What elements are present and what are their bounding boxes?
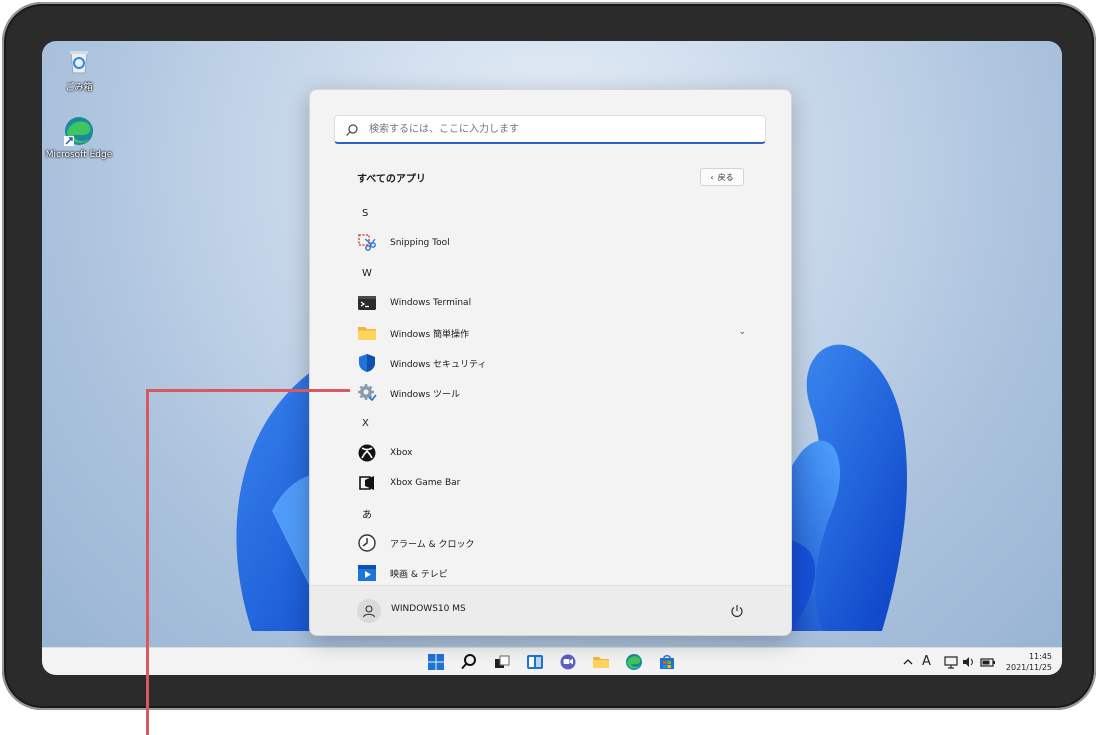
start-menu: すべてのアプリ ‹ 戻る S Snipping Tool W xyxy=(309,89,792,636)
callout-line-vertical xyxy=(146,389,149,735)
gear-icon xyxy=(357,383,377,403)
network-icon[interactable] xyxy=(944,654,958,670)
shield-icon xyxy=(357,353,377,373)
clock-time: 11:45 xyxy=(1028,652,1052,661)
app-item-windows-tools[interactable]: Windows ツール xyxy=(310,378,791,408)
movies-icon xyxy=(357,563,377,583)
app-item-snipping-tool[interactable]: Snipping Tool xyxy=(310,228,791,258)
all-apps-title: すべてのアプリ xyxy=(357,174,426,185)
app-item-windows-security[interactable]: Windows セキュリティ xyxy=(310,348,791,378)
clock[interactable]: 11:45 2021/11/25 xyxy=(1006,651,1052,673)
search-box[interactable] xyxy=(334,115,766,144)
app-item-windows-accessibility[interactable]: Windows 簡単操作 ⌄ xyxy=(310,318,791,348)
chat-icon[interactable] xyxy=(559,653,577,671)
app-item-xbox[interactable]: Xbox xyxy=(310,438,791,468)
edge-icon[interactable] xyxy=(625,653,643,671)
game-bar-icon xyxy=(357,473,377,493)
recycle-bin-icon xyxy=(63,45,95,77)
group-header-s[interactable]: S xyxy=(310,198,791,228)
taskbar: A 11:45 2021/11/25 xyxy=(42,647,1062,675)
app-name: Snipping Tool xyxy=(390,238,450,248)
search-icon[interactable] xyxy=(460,653,478,671)
app-name: Windows 簡単操作 xyxy=(390,329,470,340)
group-header-a[interactable]: あ xyxy=(310,498,791,528)
file-explorer-icon[interactable] xyxy=(592,653,610,671)
power-icon[interactable] xyxy=(725,599,749,623)
clock-date: 2021/11/25 xyxy=(1005,663,1052,672)
group-letter: S xyxy=(362,207,369,219)
start-footer: WINDOWS10 MS xyxy=(310,585,791,635)
back-button[interactable]: ‹ 戻る xyxy=(700,168,744,186)
group-header-x[interactable]: X xyxy=(310,408,791,438)
app-item-movies-tv[interactable]: 映画 & テレビ xyxy=(310,558,791,588)
app-name: Xbox xyxy=(390,448,413,458)
task-view-icon[interactable] xyxy=(493,653,511,671)
app-name: 映画 & テレビ xyxy=(390,569,448,580)
store-icon[interactable] xyxy=(658,653,676,671)
ime-indicator[interactable]: A xyxy=(922,654,931,670)
volume-icon[interactable] xyxy=(962,654,976,670)
chevron-down-icon[interactable]: ⌄ xyxy=(738,327,746,337)
desktop-icon-recycle-bin[interactable]: ごみ箱 xyxy=(44,45,114,93)
app-name: Xbox Game Bar xyxy=(390,478,461,488)
app-item-windows-terminal[interactable]: Windows Terminal xyxy=(310,288,791,318)
xbox-icon xyxy=(357,443,377,463)
user-name[interactable]: WINDOWS10 MS xyxy=(391,604,466,614)
chevron-up-icon[interactable] xyxy=(902,654,914,670)
back-button-label: 戻る xyxy=(717,172,734,182)
app-name: Windows ツール xyxy=(390,389,461,400)
widgets-icon[interactable] xyxy=(526,653,544,671)
callout-line-horizontal xyxy=(146,389,350,392)
app-name: Windows Terminal xyxy=(390,298,472,308)
search-icon xyxy=(345,122,359,136)
search-input[interactable] xyxy=(367,122,751,136)
clock-icon xyxy=(357,533,377,553)
app-item-xbox-game-bar[interactable]: Xbox Game Bar xyxy=(310,468,791,498)
group-letter: あ xyxy=(362,509,372,521)
edge-icon xyxy=(63,115,95,147)
app-name: アラーム & クロック xyxy=(390,539,475,550)
battery-icon[interactable] xyxy=(980,654,996,670)
app-item-alarms-clock[interactable]: アラーム & クロック xyxy=(310,528,791,558)
desktop-icon-label: ごみ箱 xyxy=(65,83,93,93)
windows-start-icon[interactable] xyxy=(427,653,445,671)
group-letter: X xyxy=(362,417,369,429)
desktop-icon-edge[interactable]: Microsoft Edge xyxy=(44,115,114,160)
chevron-left-icon: ‹ xyxy=(710,172,714,182)
app-name: Windows セキュリティ xyxy=(390,359,487,370)
snipping-tool-icon xyxy=(357,233,377,253)
terminal-icon xyxy=(357,293,377,313)
folder-icon xyxy=(357,323,377,343)
user-avatar-icon[interactable] xyxy=(357,599,381,623)
group-letter: W xyxy=(362,267,372,279)
group-header-w[interactable]: W xyxy=(310,258,791,288)
desktop-icon-label: Microsoft Edge xyxy=(45,150,113,160)
